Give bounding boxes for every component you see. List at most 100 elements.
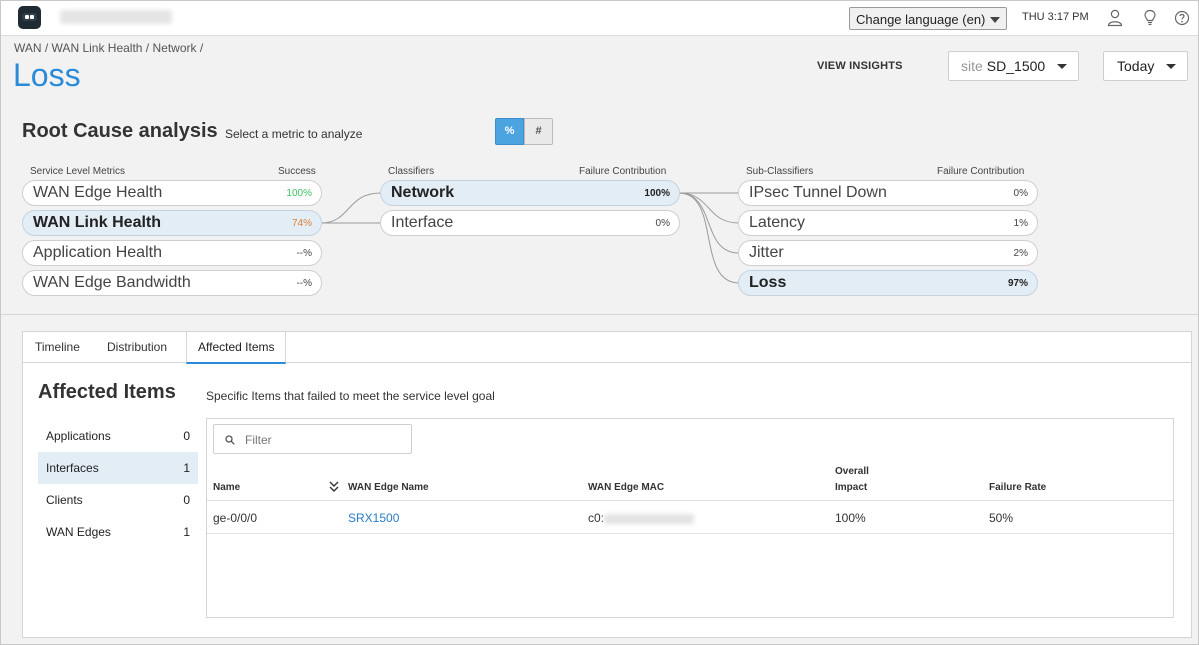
rca-title: Root Cause analysis — [22, 120, 218, 142]
cell-name: ge-0/0/0 — [213, 511, 258, 525]
page-title: Loss — [13, 57, 81, 93]
filter-input[interactable]: Filter — [213, 424, 412, 454]
classifier-value: 100% — [644, 188, 670, 199]
column-header-classifiers: Classifiers — [388, 166, 435, 177]
category-count: 0 — [183, 429, 190, 443]
lightbulb-icon[interactable] — [1142, 9, 1158, 27]
column-header-wan-edge-name[interactable]: WAN Edge Name — [348, 480, 429, 496]
classifier-interface[interactable]: Interface 0% — [380, 210, 680, 236]
subclassifier-label: Loss — [749, 274, 787, 291]
tab-timeline[interactable]: Timeline — [35, 332, 80, 363]
subclassifier-latency[interactable]: Latency 1% — [738, 210, 1038, 236]
chevron-down-icon — [1166, 64, 1176, 69]
cell-mac-prefix: c0: — [588, 511, 605, 525]
site-select[interactable]: site SD_1500 — [948, 51, 1079, 81]
section-divider — [1, 314, 1198, 315]
column-header-wan-edge-mac[interactable]: WAN Edge MAC — [588, 480, 664, 496]
cell-failure-rate: 50% — [989, 511, 1014, 525]
view-insights-link[interactable]: VIEW INSIGHTS — [817, 60, 903, 72]
affected-items-subtitle: Specific Items that failed to meet the s… — [206, 389, 495, 403]
metric-value: --% — [296, 278, 312, 289]
metric-label: WAN Link Health — [33, 214, 162, 231]
site-select-value: SD_1500 — [986, 58, 1046, 74]
subclassifier-jitter[interactable]: Jitter 2% — [738, 240, 1038, 266]
metric-value: 100% — [286, 188, 312, 199]
language-select-value: Change language (en) — [856, 12, 986, 27]
user-icon[interactable] — [1107, 9, 1123, 27]
site-select-prefix: site — [961, 58, 983, 74]
column-header-overall-impact[interactable]: Overall Impact — [835, 464, 869, 496]
subclassifier-loss[interactable]: Loss 97% — [738, 270, 1038, 296]
filter-placeholder: Filter — [245, 433, 272, 447]
category-count: 0 — [183, 493, 190, 507]
classifier-label: Network — [391, 184, 455, 201]
count-toggle[interactable]: # — [524, 118, 553, 145]
category-count: 1 — [183, 461, 190, 475]
column-header-failure-contribution: Failure Contribution — [579, 166, 667, 177]
chevron-down-icon — [990, 17, 1000, 23]
period-select[interactable]: Today — [1103, 51, 1188, 81]
top-bar: Change language (en) THU 3:17 PM — [1, 1, 1198, 36]
category-name: Interfaces — [46, 461, 99, 475]
metric-label: WAN Edge Bandwidth — [33, 274, 191, 291]
column-header-subclassifiers: Sub-Classifiers — [746, 166, 814, 177]
metric-label: Application Health — [33, 244, 162, 261]
metric-value: --% — [296, 248, 312, 259]
category-clients[interactable]: Clients 0 — [38, 484, 198, 516]
column-header-overall-impact-line2: Impact — [835, 482, 868, 493]
metric-label: WAN Edge Health — [33, 184, 163, 201]
period-select-value: Today — [1117, 58, 1155, 74]
metric-wan-link-health[interactable]: WAN Link Health 74% — [22, 210, 322, 236]
cell-wan-edge-name-link[interactable]: SRX1500 — [348, 511, 399, 525]
subclassifier-label: IPsec Tunnel Down — [749, 184, 887, 201]
category-name: Applications — [46, 429, 111, 443]
tab-bar: Timeline Distribution Affected Items — [23, 332, 1191, 364]
sort-chevron-icon[interactable] — [329, 481, 339, 493]
cell-overall-impact: 100% — [835, 511, 866, 525]
subclassifier-value: 0% — [1013, 188, 1028, 199]
subclassifier-value: 97% — [1007, 278, 1028, 289]
app-frame: Change language (en) THU 3:17 PM WAN / W… — [0, 0, 1199, 645]
classifier-label: Interface — [391, 214, 454, 231]
column-header-overall-impact-line1: Overall — [835, 466, 869, 477]
category-interfaces[interactable]: Interfaces 1 — [38, 452, 198, 484]
org-name-redacted — [60, 10, 172, 24]
affected-items-table: Filter Name WAN Edge Name WAN Edge MAC O… — [206, 418, 1174, 618]
category-name: Clients — [46, 493, 83, 507]
table-header-divider — [207, 500, 1173, 501]
subclassifier-label: Latency — [749, 214, 806, 231]
metric-wan-edge-health[interactable]: WAN Edge Health 100% — [22, 180, 322, 206]
tab-distribution[interactable]: Distribution — [107, 332, 167, 363]
category-count: 1 — [183, 525, 190, 539]
subclassifier-label: Jitter — [749, 244, 784, 261]
category-wan-edges[interactable]: WAN Edges 1 — [38, 516, 198, 548]
mac-redacted — [604, 513, 695, 524]
category-name: WAN Edges — [46, 525, 111, 539]
rca-subtitle: Select a metric to analyze — [225, 127, 363, 141]
column-header-name[interactable]: Name — [213, 480, 240, 496]
tab-affected-items[interactable]: Affected Items — [186, 332, 287, 364]
classifier-value: 0% — [655, 218, 670, 229]
logo-icon[interactable] — [18, 6, 41, 29]
classifier-network[interactable]: Network 100% — [380, 180, 680, 206]
subclassifier-ipsec-tunnel-down[interactable]: IPsec Tunnel Down 0% — [738, 180, 1038, 206]
search-icon — [225, 435, 235, 445]
metric-wan-edge-bandwidth[interactable]: WAN Edge Bandwidth --% — [22, 270, 322, 296]
breadcrumb[interactable]: WAN / WAN Link Health / Network / — [14, 41, 203, 55]
cell-wan-edge-mac: c0: — [588, 511, 695, 525]
clock: THU 3:17 PM — [1022, 11, 1089, 23]
metric-application-health[interactable]: Application Health --% — [22, 240, 322, 266]
category-applications[interactable]: Applications 0 — [38, 420, 198, 452]
percent-toggle[interactable]: % — [495, 118, 524, 145]
subclassifier-value: 2% — [1013, 248, 1028, 259]
help-icon[interactable] — [1174, 9, 1190, 27]
table-row-divider — [207, 533, 1173, 534]
details-panel: Timeline Distribution Affected Items Aff… — [22, 331, 1192, 638]
column-header-success: Success — [278, 166, 316, 177]
subclassifier-value: 1% — [1013, 218, 1028, 229]
affected-items-title: Affected Items — [38, 381, 176, 403]
column-header-failure-contribution: Failure Contribution — [937, 166, 1025, 177]
column-header-failure-rate[interactable]: Failure Rate — [989, 480, 1046, 496]
language-select[interactable]: Change language (en) — [849, 7, 1007, 30]
metric-value: 74% — [291, 218, 312, 229]
